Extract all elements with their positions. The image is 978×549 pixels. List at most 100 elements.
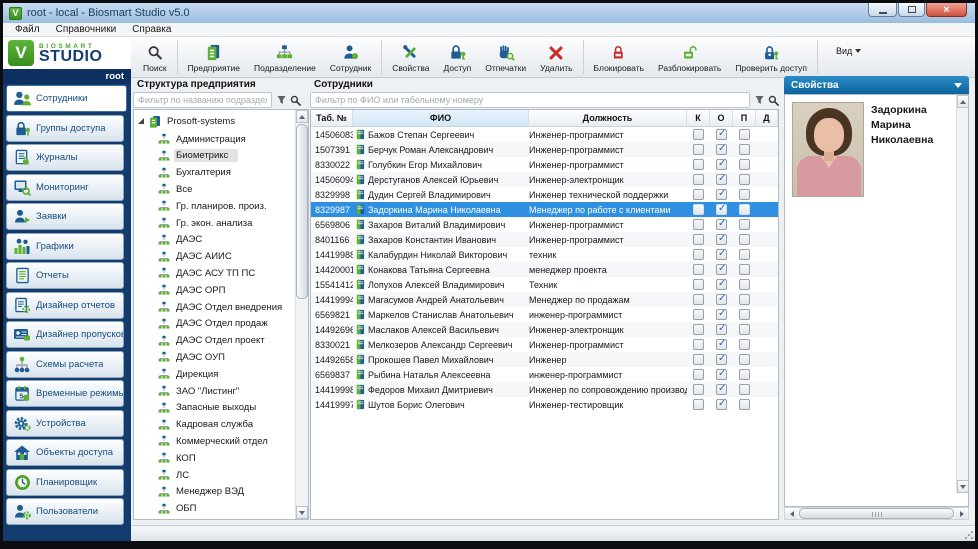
employee-row[interactable]: 6569821Маркелов Станислав Анатольевичинж… [311,307,778,322]
checkbox-o[interactable] [716,159,727,170]
checkbox-k[interactable] [693,324,704,335]
properties-panel-header[interactable]: Свойства [784,76,969,94]
tree-node[interactable]: Биометрикс [158,148,238,164]
column-header-k[interactable]: К [687,110,710,126]
tree-root-node[interactable]: Prosoft-systems [138,113,245,129]
employee-row[interactable]: 6569806Захаров Виталий ВладимировичИнжен… [311,217,778,232]
column-header-id[interactable]: Таб. № [311,110,353,126]
column-header-pos[interactable]: Должность [529,110,687,126]
checkbox-k[interactable] [693,294,704,305]
tree-node[interactable]: ДАЭС ОРП [158,282,235,298]
title-bar[interactable]: V root - local - Biosmart Studio v5.0 × [3,3,975,23]
checkbox-o[interactable] [716,219,727,230]
checkbox-p[interactable] [739,354,750,365]
checkbox-o[interactable] [716,384,727,395]
horizontal-scrollbar-thumb[interactable] [799,508,954,519]
checkbox-k[interactable] [693,204,704,215]
scroll-right-button[interactable] [955,508,968,519]
toolbar-properties-button[interactable]: Свойства [385,41,436,73]
checkbox-k[interactable] [693,354,704,365]
employee-row[interactable]: 14492696Маслаков Алексей ВасильевичИнжен… [311,322,778,337]
checkbox-o[interactable] [716,294,727,305]
collapse-panel-icon[interactable] [954,83,962,88]
clear-filter-icon[interactable] [277,95,286,105]
sidebar-item-schedules[interactable]: Графики [6,233,124,260]
employee-row[interactable]: 8329998Дудин Сергей ВладимировичИнженер … [311,187,778,202]
employee-row[interactable]: 14492658Прокошев Павел МихайловичИнженер [311,352,778,367]
tree-node[interactable]: ДАЭС АСУ ТП ПС [158,265,265,281]
checkbox-o[interactable] [716,369,727,380]
checkbox-p[interactable] [739,384,750,395]
tree-node[interactable]: Все [158,181,202,197]
employee-row[interactable]: 14420001Конакова Татьяна Сергеевнаменедж… [311,262,778,277]
sidebar-item-access-objects[interactable]: Объекты доступа [6,439,124,466]
tree-node[interactable]: ДАЭС ОУП [158,349,235,365]
scroll-up-button[interactable] [296,110,308,123]
menu-item-Справочники[interactable]: Справочники [48,24,125,35]
employee-row[interactable]: 14419998Федоров Михаил ДмитриевичИнженер… [311,382,778,397]
search-icon[interactable] [768,95,779,106]
checkbox-p[interactable] [739,234,750,245]
tree-node[interactable]: ЗАО "Листинг" [158,383,249,399]
toolbar-check-access-button[interactable]: Проверить доступ [728,41,814,73]
employee-row[interactable]: 8401166Захаров Константин ИвановичИнжене… [311,232,778,247]
employee-row[interactable]: 8330022Голубкин Егор МихайловичИнженер-п… [311,157,778,172]
employee-row[interactable]: 8329987Задоркина Марина НиколаевнаМенедж… [311,202,778,217]
toolbar-block-button[interactable]: Блокировать [587,41,651,73]
checkbox-k[interactable] [693,384,704,395]
scroll-down-button[interactable] [957,480,969,493]
employee-row[interactable]: 14419988Калабурдин Николай Викторовичтех… [311,247,778,262]
tree-scrollbar-thumb[interactable] [296,124,308,299]
sidebar-item-monitoring[interactable]: Мониторинг [6,174,124,201]
maximize-button[interactable] [898,3,925,17]
employee-row[interactable]: 14506094Дерстуганов Алексей ЮрьевичИнжен… [311,172,778,187]
sidebar-item-time-modes[interactable]: 5Временные режимы [6,380,124,407]
checkbox-o[interactable] [716,279,727,290]
toolbar-view-button[interactable]: Вид [829,45,868,56]
checkbox-p[interactable] [739,324,750,335]
employee-row[interactable]: 14419997Шутов Борис ОлеговичИнженер-тест… [311,397,778,412]
checkbox-k[interactable] [693,129,704,140]
checkbox-p[interactable] [739,144,750,155]
checkbox-o[interactable] [716,234,727,245]
tree-node[interactable]: Бухгалтерия [158,165,241,181]
checkbox-p[interactable] [739,399,750,410]
checkbox-o[interactable] [716,309,727,320]
menu-item-Справка[interactable]: Справка [124,24,179,35]
checkbox-k[interactable] [693,189,704,200]
tree-node[interactable]: ДАЭС [158,232,212,248]
search-icon[interactable] [290,95,301,106]
tree-expand-icon[interactable] [138,118,144,124]
checkbox-o[interactable] [716,129,727,140]
checkbox-o[interactable] [716,144,727,155]
checkbox-o[interactable] [716,189,727,200]
clear-filter-icon[interactable] [755,95,764,105]
checkbox-p[interactable] [739,249,750,260]
sidebar-item-calc-schemes[interactable]: Схемы расчета [6,351,124,378]
checkbox-p[interactable] [739,129,750,140]
employees-filter-input[interactable] [310,92,750,108]
toolbar-search-button[interactable]: Поиск [136,41,174,73]
employee-row[interactable]: 8330021Мелкозеров Александр СергеевичИнж… [311,337,778,352]
checkbox-k[interactable] [693,249,704,260]
tree-node[interactable]: Менеджер ВЭД [158,484,254,500]
tree-node[interactable]: Гр. экон. анализа [158,215,262,231]
checkbox-p[interactable] [739,204,750,215]
checkbox-o[interactable] [716,204,727,215]
checkbox-k[interactable] [693,174,704,185]
tree-node[interactable]: ДАЭС АИИС [158,249,242,265]
tree-node[interactable]: Запасные выходы [158,400,266,416]
checkbox-p[interactable] [739,264,750,275]
employee-row[interactable]: 15541412Лопухов Алексей ВладимировичТехн… [311,277,778,292]
checkbox-o[interactable] [716,174,727,185]
scroll-down-button[interactable] [296,506,308,519]
checkbox-k[interactable] [693,369,704,380]
resize-grip[interactable] [964,530,973,539]
checkbox-o[interactable] [716,249,727,260]
scroll-left-button[interactable] [785,508,798,519]
column-header-d[interactable]: Д [756,110,778,126]
checkbox-k[interactable] [693,159,704,170]
toolbar-employee-button[interactable]: Сотрудник [323,41,378,73]
scroll-up-button[interactable] [957,95,969,108]
menu-item-Файл[interactable]: Файл [7,24,48,35]
